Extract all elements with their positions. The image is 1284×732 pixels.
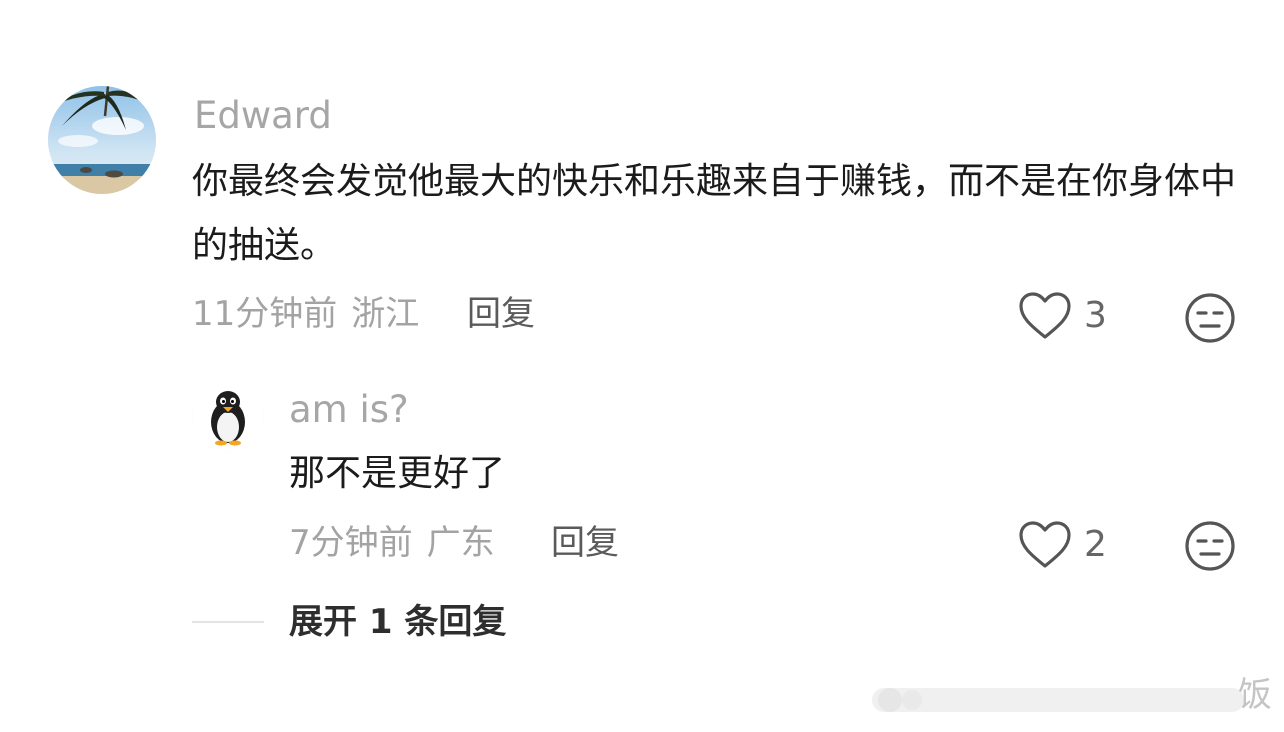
heart-outline-icon — [1019, 292, 1071, 339]
comment-location: 浙江 — [351, 294, 420, 334]
like-count: 3 — [1084, 295, 1107, 336]
watermark — [872, 682, 1244, 718]
reaction-button[interactable] — [1184, 292, 1236, 348]
comment-location: 广东 — [426, 523, 495, 563]
expand-replies-button[interactable]: 展开 1 条回复 — [289, 605, 506, 639]
comment-text: 那不是更好了 — [289, 453, 506, 494]
comment-text: 你最终会发觉他最大的快乐和乐趣来自于赚钱，而不是在你身体中的抽送。 — [192, 161, 1237, 266]
comment-time: 11分钟前 — [192, 294, 338, 334]
reply-button[interactable]: 回复 — [467, 297, 535, 331]
reaction-button[interactable] — [1184, 520, 1236, 576]
meh-face-icon — [1185, 521, 1235, 571]
heart-outline-icon — [1019, 521, 1071, 568]
expand-divider — [192, 621, 264, 623]
watermark-text: 饭 — [1238, 675, 1272, 715]
avatar[interactable] — [192, 380, 264, 452]
meh-face-icon — [1185, 293, 1235, 343]
comment-time: 7分钟前 — [289, 523, 413, 563]
penguin-avatar-icon — [192, 380, 264, 452]
like-button[interactable]: 3 — [1018, 291, 1107, 341]
beach-palm-avatar-icon — [48, 86, 156, 194]
comment-username[interactable]: am is? — [289, 391, 409, 428]
like-count: 2 — [1084, 524, 1107, 565]
comment-username[interactable]: Edward — [194, 97, 332, 134]
reply-button[interactable]: 回复 — [551, 526, 619, 560]
avatar[interactable] — [48, 86, 156, 194]
watermark-blur — [872, 688, 1244, 712]
comment-meta: 11分钟前 浙江 — [192, 297, 419, 331]
like-button[interactable]: 2 — [1018, 520, 1107, 570]
comment-meta: 7分钟前 广东 — [289, 526, 495, 560]
